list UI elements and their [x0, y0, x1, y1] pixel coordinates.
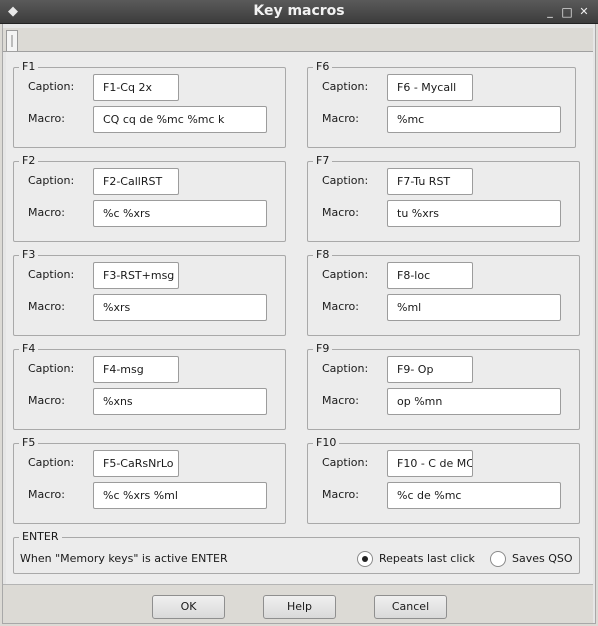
- f5-caption-input[interactable]: F5-CaRsNrLo: [93, 450, 179, 477]
- group-f10: F10 Caption: F10 - C de MC Macro: %c de …: [307, 436, 580, 524]
- group-f5: F5 Caption: F5-CaRsNrLo Macro: %c %xrs %…: [13, 436, 286, 524]
- f7-macro-input[interactable]: tu %xrs: [387, 200, 561, 227]
- help-button[interactable]: Help: [263, 595, 336, 619]
- group-f4: F4 Caption: F4-msg Macro: %xns: [13, 342, 286, 430]
- f1-macro-input[interactable]: CQ cq de %mc %mc k: [93, 106, 267, 133]
- f6-macro-input[interactable]: %mc: [387, 106, 561, 133]
- repeats-last-click-radio[interactable]: [357, 551, 373, 567]
- window-title: Key macros: [253, 3, 345, 19]
- group-legend: F3: [19, 248, 39, 261]
- cancel-button[interactable]: Cancel: [374, 595, 447, 619]
- ok-button[interactable]: OK: [152, 595, 225, 619]
- macro-label: Macro:: [322, 206, 359, 219]
- group-legend: F4: [19, 342, 39, 355]
- close-icon[interactable]: ✕: [576, 4, 592, 20]
- macro-label: Macro:: [322, 488, 359, 501]
- group-legend: F9: [313, 342, 333, 355]
- f5-macro-input[interactable]: %c %xrs %ml: [93, 482, 267, 509]
- group-legend: F6: [313, 60, 333, 73]
- group-f1: F1 Caption: F1-Cq 2x Macro: CQ cq de %mc…: [13, 60, 286, 148]
- group-legend: F10: [313, 436, 340, 449]
- f10-macro-input[interactable]: %c de %mc: [387, 482, 561, 509]
- group-legend: F2: [19, 154, 39, 167]
- group-f2: F2 Caption: F2-CallRST Macro: %c %xrs: [13, 154, 286, 242]
- f8-caption-input[interactable]: F8-loc: [387, 262, 473, 289]
- caption-label: Caption:: [322, 456, 369, 469]
- enter-description: When "Memory keys" is active ENTER: [20, 552, 228, 565]
- macro-label: Macro:: [322, 112, 359, 125]
- group-f9: F9 Caption: F9- Op Macro: op %mn: [307, 342, 580, 430]
- f2-caption-input[interactable]: F2-CallRST: [93, 168, 179, 195]
- maximize-icon[interactable]: □: [559, 4, 575, 20]
- saves-qso-radio[interactable]: [490, 551, 506, 567]
- caption-label: Caption:: [322, 174, 369, 187]
- f4-macro-input[interactable]: %xns: [93, 388, 267, 415]
- group-f8: F8 Caption: F8-loc Macro: %ml: [307, 248, 580, 336]
- group-legend: F5: [19, 436, 39, 449]
- macro-label: Macro:: [28, 300, 65, 313]
- f2-macro-input[interactable]: %c %xrs: [93, 200, 267, 227]
- f4-caption-input[interactable]: F4-msg: [93, 356, 179, 383]
- caption-label: Caption:: [322, 362, 369, 375]
- tab-handle[interactable]: [6, 30, 18, 51]
- macro-label: Macro:: [28, 112, 65, 125]
- group-f6: F6 Caption: F6 - Mycall Macro: %mc: [307, 60, 576, 148]
- minimize-icon[interactable]: _: [542, 4, 558, 20]
- group-f3: F3 Caption: F3-RST+msg Macro: %xrs: [13, 248, 286, 336]
- f3-macro-input[interactable]: %xrs: [93, 294, 267, 321]
- f7-caption-input[interactable]: F7-Tu RST: [387, 168, 473, 195]
- caption-label: Caption:: [28, 80, 75, 93]
- group-f7: F7 Caption: F7-Tu RST Macro: tu %xrs: [307, 154, 580, 242]
- repeats-last-click-label[interactable]: Repeats last click: [379, 552, 475, 565]
- macro-label: Macro:: [28, 206, 65, 219]
- f1-caption-input[interactable]: F1-Cq 2x: [93, 74, 179, 101]
- caption-label: Caption:: [28, 174, 75, 187]
- macro-label: Macro:: [322, 300, 359, 313]
- macro-label: Macro:: [322, 394, 359, 407]
- macro-label: Macro:: [28, 394, 65, 407]
- group-legend: ENTER: [19, 530, 62, 543]
- f3-caption-input[interactable]: F3-RST+msg: [93, 262, 179, 289]
- f9-caption-input[interactable]: F9- Op: [387, 356, 473, 383]
- caption-label: Caption:: [28, 268, 75, 281]
- caption-label: Caption:: [322, 268, 369, 281]
- group-legend: F8: [313, 248, 333, 261]
- f10-caption-input[interactable]: F10 - C de MC: [387, 450, 473, 477]
- group-enter: ENTER When "Memory keys" is active ENTER…: [13, 530, 580, 574]
- macro-label: Macro:: [28, 488, 65, 501]
- group-legend: F1: [19, 60, 39, 73]
- saves-qso-label[interactable]: Saves QSO: [512, 552, 573, 565]
- group-legend: F7: [313, 154, 333, 167]
- caption-label: Caption:: [28, 456, 75, 469]
- caption-label: Caption:: [322, 80, 369, 93]
- tab-strip: [3, 28, 593, 52]
- f9-macro-input[interactable]: op %mn: [387, 388, 561, 415]
- f8-macro-input[interactable]: %ml: [387, 294, 561, 321]
- caption-label: Caption:: [28, 362, 75, 375]
- title-bar[interactable]: ◆ Key macros _ □ ✕: [0, 0, 598, 24]
- f6-caption-input[interactable]: F6 - Mycall: [387, 74, 473, 101]
